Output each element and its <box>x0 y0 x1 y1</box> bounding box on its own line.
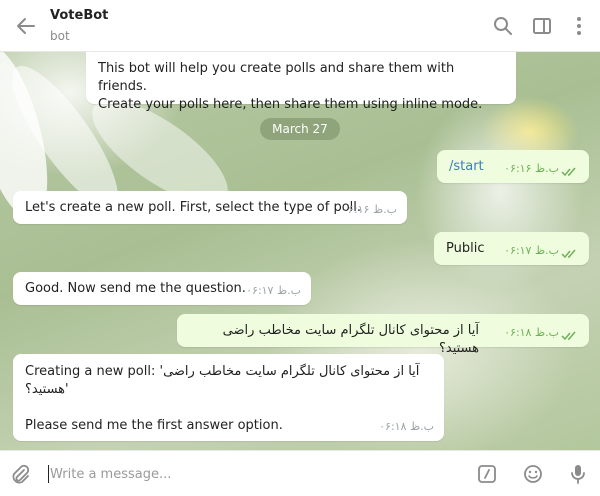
message-bubble-incoming[interactable]: Good. Now send me the question. ۰۶:۱۷ ب.… <box>13 272 311 305</box>
date-separator: March 27 <box>260 118 340 140</box>
search-icon[interactable] <box>492 15 514 37</box>
message-bubble-outgoing[interactable]: /start ۰۶:۱۶ ب.ظ <box>437 150 589 183</box>
message-text: Public <box>446 241 485 256</box>
message-list[interactable]: This bot will help you create polls and … <box>0 52 600 450</box>
message-time: ۰۶:۱۷ ب.ظ <box>246 284 301 297</box>
message-text[interactable]: /start <box>449 159 484 174</box>
message-time: ۰۶:۱۷ ب.ظ <box>504 244 559 257</box>
back-arrow-icon[interactable] <box>14 14 38 38</box>
message-input[interactable] <box>50 463 450 485</box>
message-time: ۰۶:۱۸ ب.ظ <box>379 420 434 433</box>
more-vertical-icon[interactable] <box>568 15 590 37</box>
message-composer <box>0 450 600 496</box>
message-time: ۰۶:۱۶ ب.ظ <box>342 203 397 216</box>
message-text: Let's create a new poll. First, select t… <box>25 200 362 215</box>
chat-title[interactable]: VoteBot <box>50 8 108 23</box>
message-bubble-outgoing[interactable]: آیا از محتوای کانال تلگرام سایت مخاطب را… <box>177 314 589 356</box>
message-text: This bot will help you create polls and … <box>98 61 455 94</box>
message-text: آیا از محتوای کانال تلگرام سایت مخاطب را… <box>222 323 479 356</box>
chat-subtitle: bot <box>50 29 70 43</box>
chat-header: VoteBot bot <box>0 0 600 52</box>
message-bubble-incoming[interactable]: Let's create a new poll. First, select t… <box>13 191 407 224</box>
message-text: Please send me the first answer option. <box>25 418 283 433</box>
attach-icon[interactable] <box>9 463 31 485</box>
text-caret <box>48 465 49 483</box>
read-checkmarks-icon <box>561 249 576 259</box>
message-bubble-incoming[interactable]: This bot will help you create polls and … <box>86 52 516 112</box>
message-text: هستید؟' <box>25 382 69 397</box>
message-time: ۰۶:۱۸ ب.ظ <box>504 326 559 339</box>
read-checkmarks-icon <box>561 331 576 341</box>
sidebar-toggle-icon[interactable] <box>531 15 553 37</box>
microphone-icon[interactable] <box>567 463 589 485</box>
message-time: ۰۶:۱۶ ب.ظ <box>504 162 559 175</box>
message-text: Good. Now send me the question. <box>25 281 246 296</box>
message-bubble-incoming[interactable]: Creating a new poll: 'آیا از محتوای کانا… <box>13 354 444 441</box>
bot-command-icon[interactable] <box>476 463 498 485</box>
message-text: Create your polls here, then share them … <box>98 97 483 112</box>
emoji-icon[interactable] <box>522 463 544 485</box>
message-text: Creating a new poll: 'آیا از محتوای کانا… <box>25 364 420 379</box>
message-bubble-outgoing[interactable]: Public ۰۶:۱۷ ب.ظ <box>434 232 589 265</box>
read-checkmarks-icon <box>561 167 576 177</box>
